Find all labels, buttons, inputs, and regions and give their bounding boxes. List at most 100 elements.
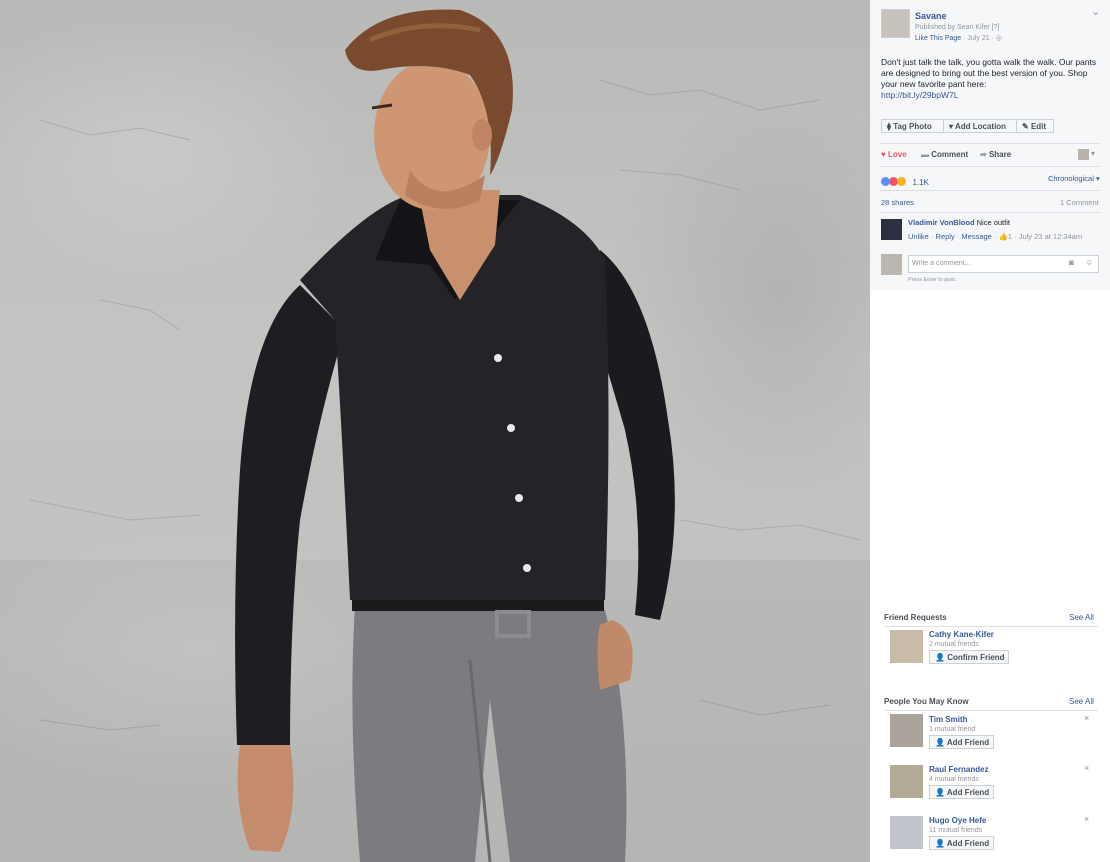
- comment-author[interactable]: Vladimir VonBlood: [908, 218, 975, 227]
- thumbs-up-icon: 👍: [998, 232, 1008, 241]
- pymk-name[interactable]: Hugo Oye Hefe: [929, 816, 986, 825]
- share-icon: ➦: [980, 150, 987, 159]
- reactions-summary[interactable]: 1.1K: [881, 173, 929, 191]
- actions-divider: [880, 143, 1100, 144]
- my-avatar: [881, 254, 902, 275]
- pencil-icon: ✎: [1022, 122, 1029, 131]
- love-button[interactable]: ♥ Love: [881, 150, 907, 159]
- reactions-divider: [880, 166, 1100, 167]
- reply-link[interactable]: Reply: [936, 232, 955, 241]
- comment-line: Vladimir VonBlood Nice outfit: [908, 218, 1010, 227]
- right-panel: Savane Published by Sean Kifer [?] Like …: [870, 0, 1110, 862]
- published-by-text: Published by Sean Kifer: [915, 24, 990, 31]
- sort-label: Chronological: [1048, 174, 1094, 183]
- pymk-title: People You May Know: [884, 697, 969, 706]
- photo-illustration: [0, 9, 870, 862]
- pymk-name[interactable]: Tim Smith: [929, 715, 968, 724]
- comment-actions: Unlike · Reply · Message · 👍1 · July 23 …: [908, 232, 1082, 241]
- sep-dot: ·: [993, 232, 997, 241]
- shares-divider: [880, 190, 1100, 191]
- request-name[interactable]: Cathy Kane-Kifer: [929, 630, 994, 639]
- dismiss-close-icon[interactable]: ×: [1084, 763, 1089, 773]
- globe-icon: ◎: [995, 35, 1002, 42]
- emoji-icon[interactable]: ☺: [1085, 258, 1093, 267]
- like-page-link[interactable]: Like This Page: [915, 35, 961, 42]
- add-friend-button[interactable]: 👤 Add Friend: [929, 836, 994, 850]
- add-person-icon: 👤: [935, 653, 945, 662]
- add-location-label: Add Location: [954, 122, 1007, 131]
- sort-comments-dropdown[interactable]: Chronological ▾: [1048, 174, 1100, 183]
- add-friend-button[interactable]: 👤 Add Friend: [929, 735, 994, 749]
- confirm-friend-button[interactable]: 👤 Confirm Friend: [929, 650, 1009, 664]
- comment-text: Nice outfit: [976, 218, 1010, 227]
- write-comment-box[interactable]: Write a comment... ◙ ☺: [908, 255, 1099, 273]
- comment-label: Comment: [931, 150, 969, 159]
- pymk-mutual[interactable]: 4 mutual friends: [929, 776, 979, 783]
- comments-count[interactable]: 1 Comment: [1060, 198, 1099, 207]
- dismiss-close-icon[interactable]: ×: [1084, 713, 1089, 723]
- post-text: Don't just talk the talk, you gotta walk…: [881, 57, 1103, 101]
- add-location-button[interactable]: ▾ Add Location: [943, 119, 1017, 133]
- friend-requests-see-all[interactable]: See All: [1069, 613, 1094, 622]
- pymk-see-all[interactable]: See All: [1069, 697, 1094, 706]
- press-enter-hint: Press Enter to post.: [908, 277, 957, 283]
- pymk-avatar[interactable]: [890, 714, 923, 747]
- tag-photo-button[interactable]: ⧫ Tag Photo: [881, 119, 944, 133]
- reaction-count[interactable]: 1.1K: [912, 178, 928, 187]
- dismiss-close-icon[interactable]: ×: [1084, 814, 1089, 824]
- love-label: Love: [887, 150, 907, 159]
- tag-photo-label: Tag Photo: [893, 122, 932, 131]
- add-friend-label: Add Friend: [946, 839, 990, 848]
- sort-chevron-icon: ▾: [1095, 174, 1100, 183]
- add-friend-label: Add Friend: [946, 788, 990, 797]
- edit-button[interactable]: ✎ Edit: [1016, 119, 1054, 133]
- post-photo[interactable]: [0, 0, 870, 862]
- page-name-link[interactable]: Savane: [915, 11, 947, 21]
- friend-requests-divider: [884, 626, 1098, 627]
- message-link[interactable]: Message: [961, 232, 991, 241]
- edit-label: Edit: [1030, 122, 1047, 131]
- add-person-icon: 👤: [935, 839, 945, 848]
- comment-likes[interactable]: 1: [1008, 232, 1012, 241]
- tag-icon: ⧫: [887, 122, 891, 131]
- pymk-name[interactable]: Raul Fernandez: [929, 765, 989, 774]
- request-avatar[interactable]: [890, 630, 923, 663]
- write-comment-input[interactable]: Write a comment...: [912, 260, 971, 267]
- unlike-link[interactable]: Unlike: [908, 232, 929, 241]
- post-body: Don't just talk the talk, you gotta walk…: [881, 57, 1097, 89]
- sep-dot: ·: [930, 232, 934, 241]
- add-person-icon: 👤: [935, 738, 945, 747]
- post-options-chevron-icon[interactable]: ⌄: [1091, 5, 1100, 18]
- shares-count[interactable]: 28 shares: [881, 198, 914, 207]
- share-label: Share: [988, 150, 1012, 159]
- comment-time[interactable]: · July 23 at 12:34am: [1014, 232, 1082, 241]
- post-meta: Like This Page · July 21 · ◎: [915, 34, 1002, 42]
- comments-divider: [880, 212, 1100, 213]
- post-as-chevron-icon[interactable]: ▾: [1091, 149, 1095, 158]
- pymk-mutual[interactable]: 1 mutual friend: [929, 726, 975, 733]
- pymk-divider: [884, 710, 1098, 711]
- pymk-avatar[interactable]: [890, 765, 923, 798]
- post-as-avatar[interactable]: [1078, 149, 1089, 160]
- post-link[interactable]: http://bit.ly/29bpW7L: [881, 90, 959, 100]
- add-person-icon: 👤: [935, 788, 945, 797]
- request-mutual[interactable]: 2 mutual friends: [929, 641, 979, 648]
- published-by: Published by Sean Kifer [?]: [915, 24, 999, 31]
- camera-icon[interactable]: ◙: [1069, 258, 1074, 267]
- add-friend-label: Add Friend: [946, 738, 990, 747]
- pymk-avatar[interactable]: [890, 816, 923, 849]
- page-avatar[interactable]: [881, 9, 910, 38]
- post-panel: Savane Published by Sean Kifer [?] Like …: [870, 0, 1110, 290]
- pymk-mutual[interactable]: 11 mutual friends: [929, 827, 982, 834]
- post-date[interactable]: · July 21 ·: [963, 35, 994, 42]
- comment-button[interactable]: ▬ Comment: [921, 150, 968, 159]
- add-friend-button[interactable]: 👤 Add Friend: [929, 785, 994, 799]
- sep-dot: ·: [956, 232, 960, 241]
- location-icon: ▾: [949, 122, 954, 131]
- comment-icon: ▬: [921, 150, 929, 159]
- commenter-avatar[interactable]: [881, 219, 902, 240]
- confirm-friend-label: Confirm Friend: [947, 653, 1005, 662]
- wow-reaction-icon: [897, 177, 906, 186]
- share-button[interactable]: ➦ Share: [980, 150, 1011, 159]
- help-mark[interactable]: [?]: [992, 24, 1000, 31]
